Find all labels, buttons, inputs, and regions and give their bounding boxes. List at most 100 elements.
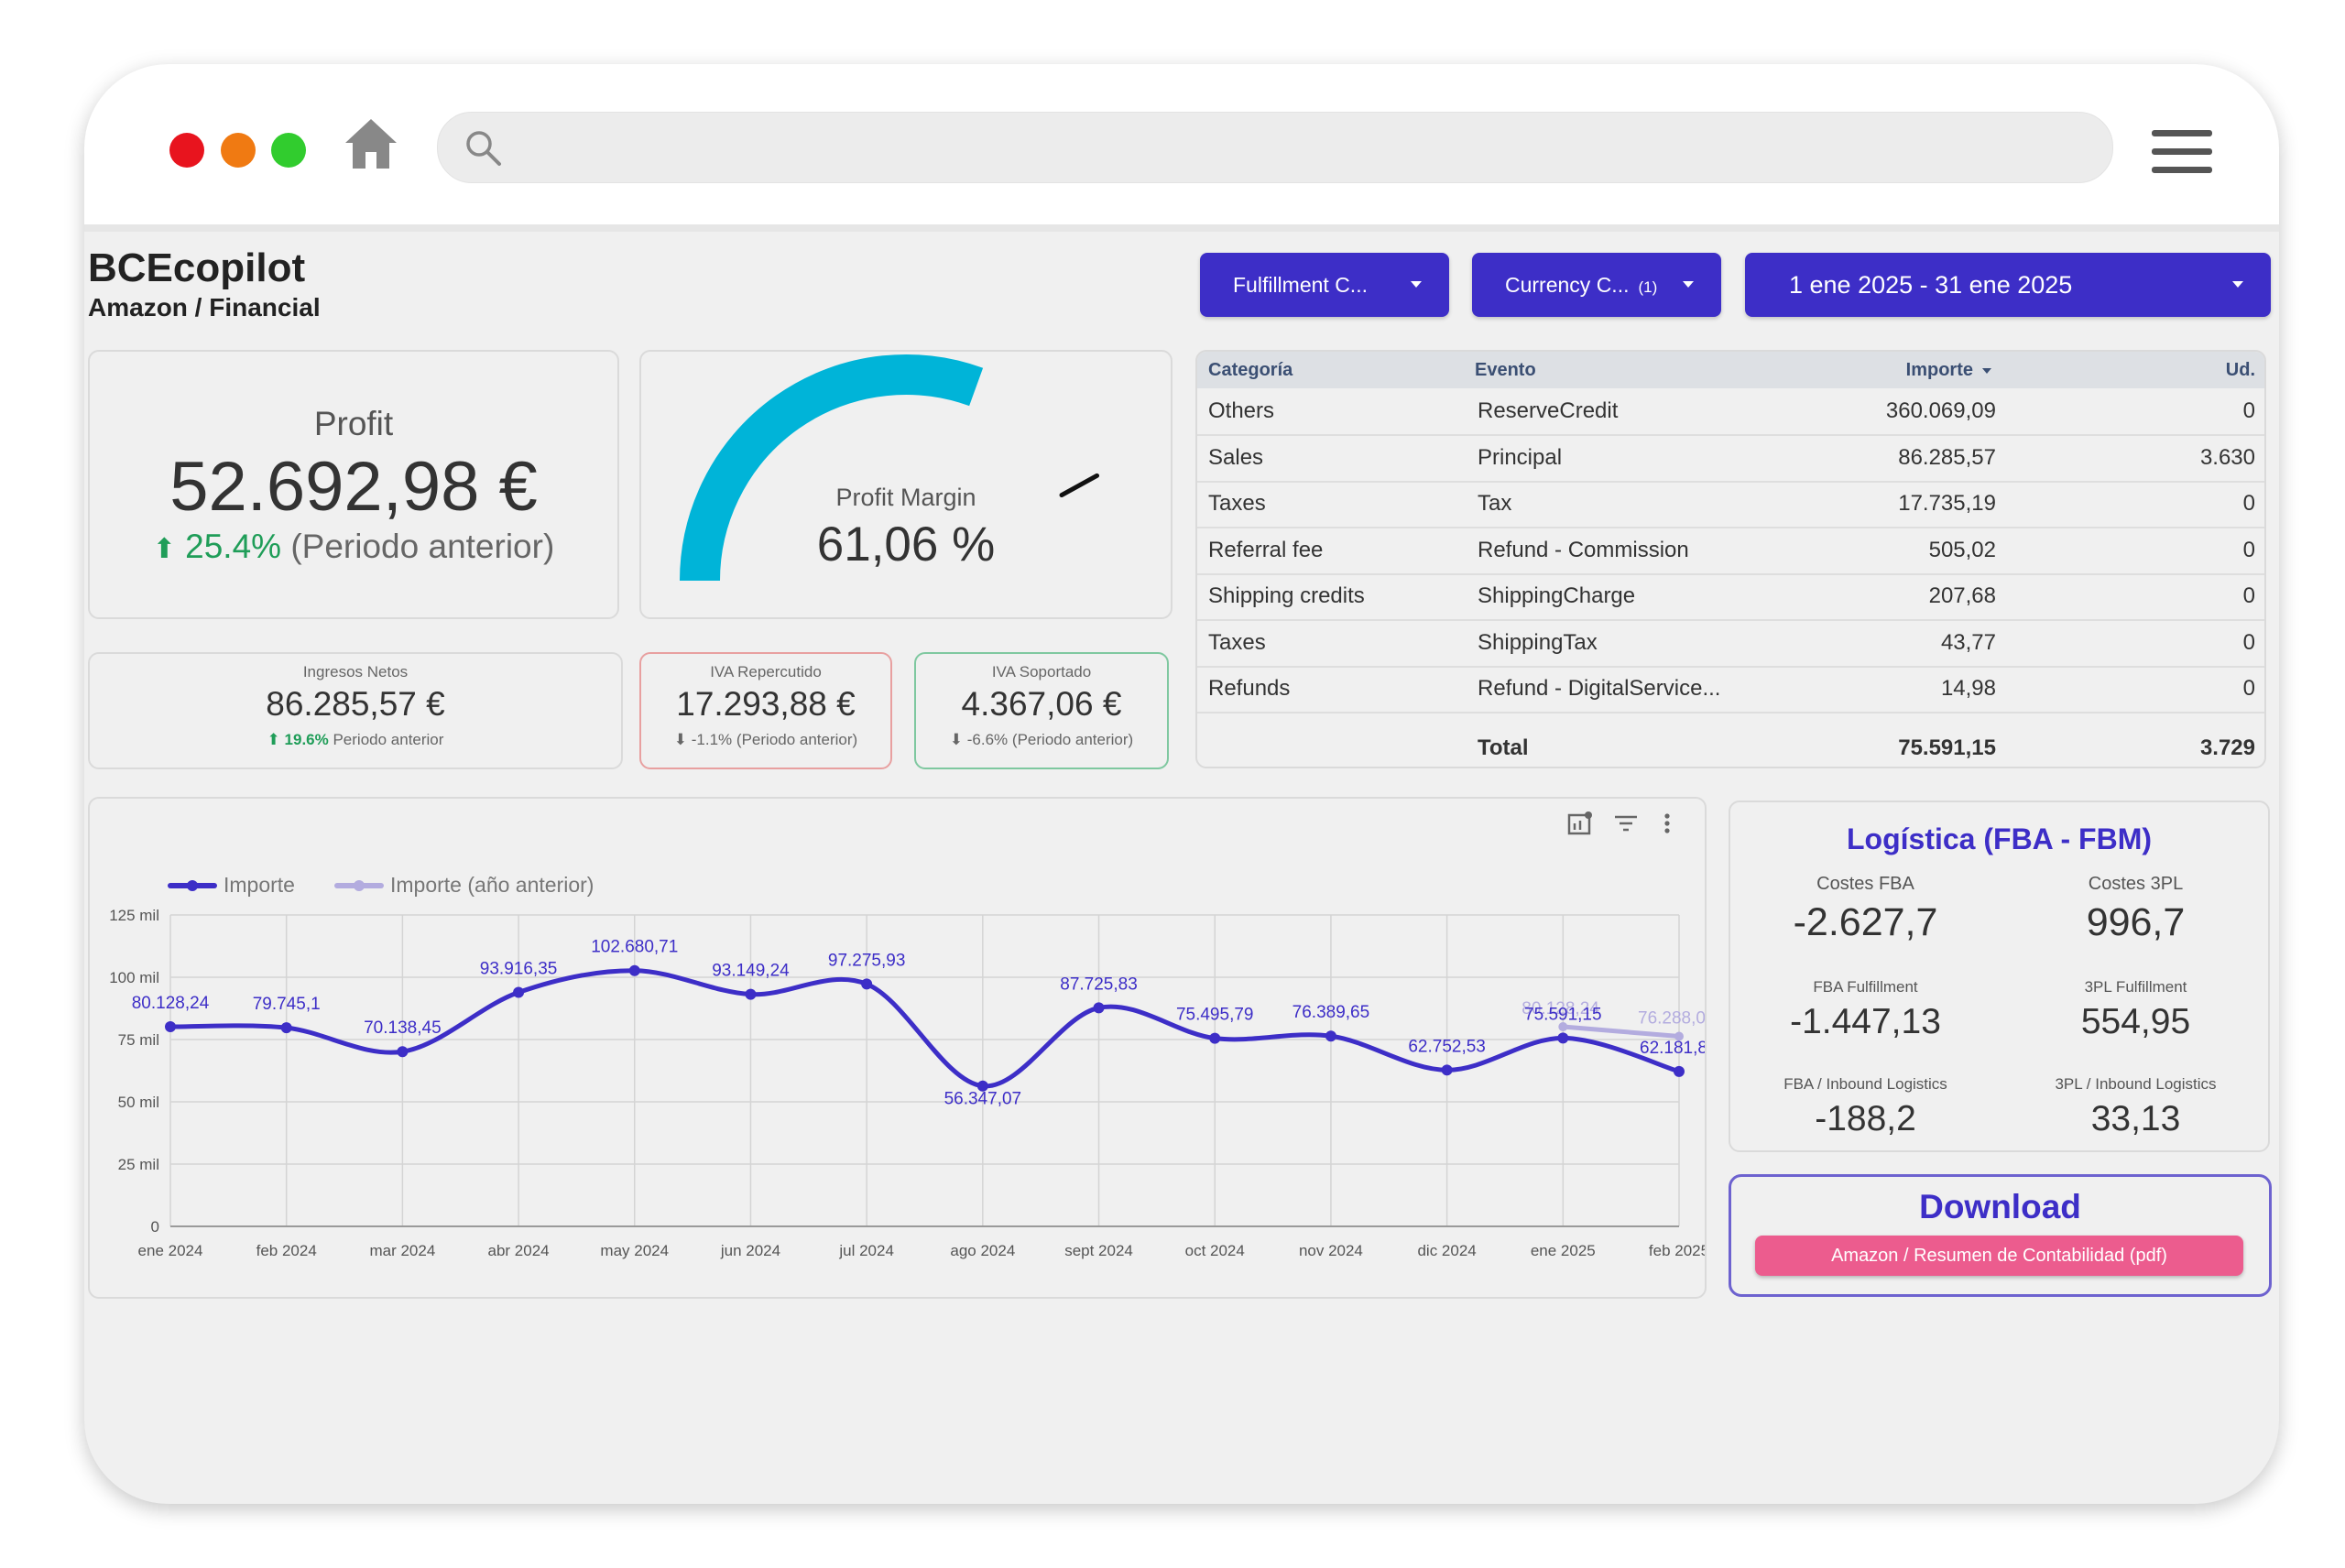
data-label-importe: 76.389,65: [1292, 1003, 1370, 1022]
close-window-button[interactable]: [169, 133, 204, 168]
importe-line-chart: Importe Importe (año anterior) 0 25 mil 50 …: [109, 873, 1705, 1259]
ingresos-title: Ingresos Netos: [302, 663, 409, 681]
metric-label: Costes FBA: [1816, 874, 1914, 894]
cell-importe: 505,02: [1928, 537, 1996, 562]
data-label-anterior: 76.288,0: [1638, 1008, 1705, 1028]
logistica-card: Logística (FBA - FBM) Costes FBA -2.627,7…: [1729, 800, 2270, 1152]
table-row[interactable]: Others ReserveCredit 360.069,09 0: [1197, 388, 2264, 436]
data-point-importe: [1557, 1032, 1569, 1044]
x-tick-label: oct 2024: [1185, 1242, 1245, 1259]
browser-toolbar: [84, 64, 2279, 232]
gauge-label: Profit Margin: [835, 484, 976, 511]
hamburger-menu-icon[interactable]: [2152, 130, 2212, 185]
arrow-up-icon: ⬆: [152, 534, 176, 564]
table-row[interactable]: Taxes Tax 17.735,19 0: [1197, 481, 2264, 528]
data-label-importe: 62.181,8: [1640, 1039, 1705, 1058]
currency-filter-label: Currency C...: [1505, 273, 1630, 297]
x-tick-label: mar 2024: [369, 1242, 435, 1259]
search-icon: [466, 131, 501, 166]
home-icon[interactable]: [344, 117, 398, 175]
fba-fulfillment-metric: FBA Fulfillment -1.447,13: [1730, 978, 2001, 1042]
cell-importe: 17.735,19: [1898, 491, 1996, 516]
3pl-inbound-logistics-metric: 3PL / Inbound Logistics 33,13: [2001, 1075, 2271, 1139]
table-row[interactable]: Sales Principal 86.285,57 3.630: [1197, 435, 2264, 483]
x-tick-label: jul 2024: [838, 1242, 894, 1259]
chevron-down-icon: [1683, 281, 1694, 288]
series-line-importe-ano-anterior: [1563, 1024, 1680, 1039]
cell-evento: Principal: [1478, 444, 1563, 470]
y-tick-label: 50 mil: [118, 1094, 159, 1111]
cell-importe: 43,77: [1940, 629, 1996, 655]
iva-soportado-card: IVA Soportado 4.367,06 € ⬇ -6.6% (Period…: [914, 652, 1169, 769]
iva-repercutido-title: IVA Repercutido: [710, 663, 822, 681]
total-importe: 75.591,15: [1898, 735, 1996, 760]
costes-fba-metric: Costes FBA -2.627,7: [1730, 874, 2001, 945]
column-header-ud[interactable]: Ud.: [2226, 352, 2255, 388]
maximize-window-button[interactable]: [271, 133, 306, 168]
table-row[interactable]: Referral fee Refund - Commission 505,02 0: [1197, 528, 2264, 575]
table-total-row: Total 75.591,15 3.729: [1197, 727, 2264, 767]
arrow-up-icon: ⬆: [267, 731, 280, 748]
data-label-importe: 56.347,07: [944, 1090, 1022, 1109]
table-row[interactable]: Shipping credits ShippingCharge 207,68 0: [1197, 573, 2264, 621]
download-card: Download Amazon / Resumen de Contabilida…: [1729, 1174, 2272, 1297]
x-tick-label: feb 2025: [1649, 1242, 1705, 1259]
cell-ud: 0: [2242, 629, 2255, 655]
currency-filter-dropdown[interactable]: Currency C... (1): [1472, 253, 1721, 317]
data-point-importe: [1674, 1065, 1685, 1077]
x-tick-label: dic 2024: [1417, 1242, 1476, 1259]
y-tick-label: 75 mil: [118, 1031, 159, 1049]
data-label-importe: 80.128,24: [132, 994, 210, 1013]
data-point-importe: [513, 986, 525, 998]
column-header-evento[interactable]: Evento: [1475, 352, 1536, 388]
currency-filter-count: (1): [1638, 278, 1658, 296]
data-label-importe: 87.725,83: [1060, 975, 1138, 994]
metric-label: FBA / Inbound Logistics: [1783, 1075, 1947, 1093]
fulfillment-filter-dropdown[interactable]: Fulfillment C...: [1200, 253, 1449, 317]
data-label-importe: 62.752,53: [1408, 1037, 1486, 1056]
x-tick-label: sept 2024: [1064, 1242, 1133, 1259]
arrow-down-icon: ⬇: [949, 731, 964, 748]
arrow-down-icon: ⬇: [673, 731, 688, 748]
column-header-categoria[interactable]: Categoría: [1208, 352, 1292, 388]
x-tick-label: ene 2024: [138, 1242, 203, 1259]
column-header-importe[interactable]: Importe: [1906, 360, 1973, 380]
metric-value: -1.447,13: [1790, 1002, 1941, 1041]
legend-label: Importe (año anterior): [390, 873, 594, 897]
legend-marker: [187, 880, 198, 891]
total-ud: 3.729: [2199, 735, 2255, 760]
gauge-value: 61,06 %: [816, 517, 996, 572]
data-point-importe: [861, 978, 873, 990]
profit-comparison: (Periodo anterior): [290, 528, 555, 565]
iva-repercutido-value: 17.293,88 €: [676, 685, 856, 723]
chart-legend: Importe Importe (año anterior): [168, 873, 594, 897]
chart-data-labels: 80.128,24 76.288,080.128,24 79.745,170.138…: [132, 938, 1705, 1109]
iva-soportado-title: IVA Soportado: [991, 663, 1092, 681]
table-row[interactable]: Refunds Refund - DigitalService... 14,98 0: [1197, 666, 2264, 713]
iva-repercutido-comparison: (Periodo anterior): [736, 731, 858, 748]
cell-categoria: Taxes: [1208, 491, 1266, 516]
address-bar[interactable]: [437, 112, 2113, 183]
financial-events-table: Categoría Evento Importe Ud. Others Reser…: [1195, 350, 2266, 768]
metric-value: 554,95: [2080, 1002, 2191, 1041]
x-tick-label: ago 2024: [950, 1242, 1015, 1259]
legend-marker: [354, 880, 365, 891]
minimize-window-button[interactable]: [221, 133, 256, 168]
chevron-down-icon: [2232, 281, 2243, 288]
3pl-fulfillment-metric: 3PL Fulfillment 554,95: [2001, 978, 2271, 1042]
table-row[interactable]: Taxes ShippingTax 43,77 0: [1197, 620, 2264, 668]
profit-value: 52.692,98 €: [169, 448, 538, 526]
data-label-importe: 93.916,35: [480, 960, 558, 979]
cell-categoria: Shipping credits: [1208, 583, 1365, 608]
download-pdf-button[interactable]: Amazon / Resumen de Contabilidad (pdf): [1755, 1236, 2243, 1276]
date-range-dropdown[interactable]: 1 ene 2025 - 31 ene 2025: [1745, 253, 2271, 317]
y-tick-label: 100 mil: [109, 969, 159, 986]
x-tick-label: may 2024: [600, 1242, 669, 1259]
profit-margin-gauge-card: Profit Margin 61,06 %: [639, 350, 1172, 619]
sort-desc-icon[interactable]: [1982, 367, 1991, 374]
x-tick-label: jun 2024: [720, 1242, 780, 1259]
data-point-importe: [280, 1022, 292, 1034]
cell-ud: 0: [2242, 398, 2255, 423]
metric-value: 33,13: [2090, 1099, 2181, 1138]
data-label-importe: 70.138,45: [364, 1018, 442, 1038]
